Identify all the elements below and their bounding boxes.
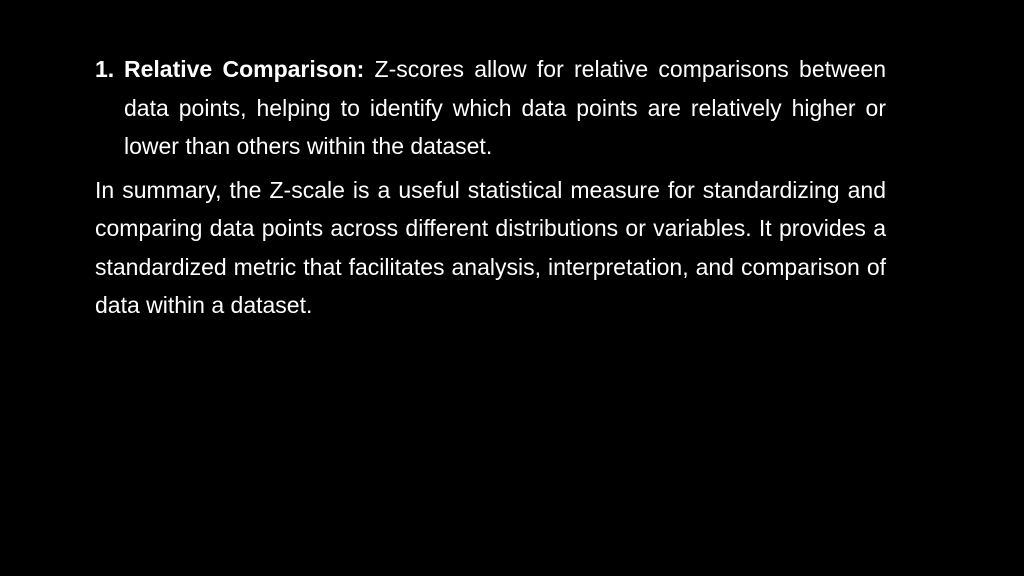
slide-content: 1. Relative Comparison: Z-scores allow f… xyxy=(95,50,886,325)
list-item: 1. Relative Comparison: Z-scores allow f… xyxy=(95,50,886,166)
slide: 1. Relative Comparison: Z-scores allow f… xyxy=(0,0,1024,576)
list-number: 1. xyxy=(95,56,115,82)
summary-paragraph: In summary, the Z-scale is a useful stat… xyxy=(95,176,886,319)
list-item-term: Relative Comparison: xyxy=(124,56,365,82)
